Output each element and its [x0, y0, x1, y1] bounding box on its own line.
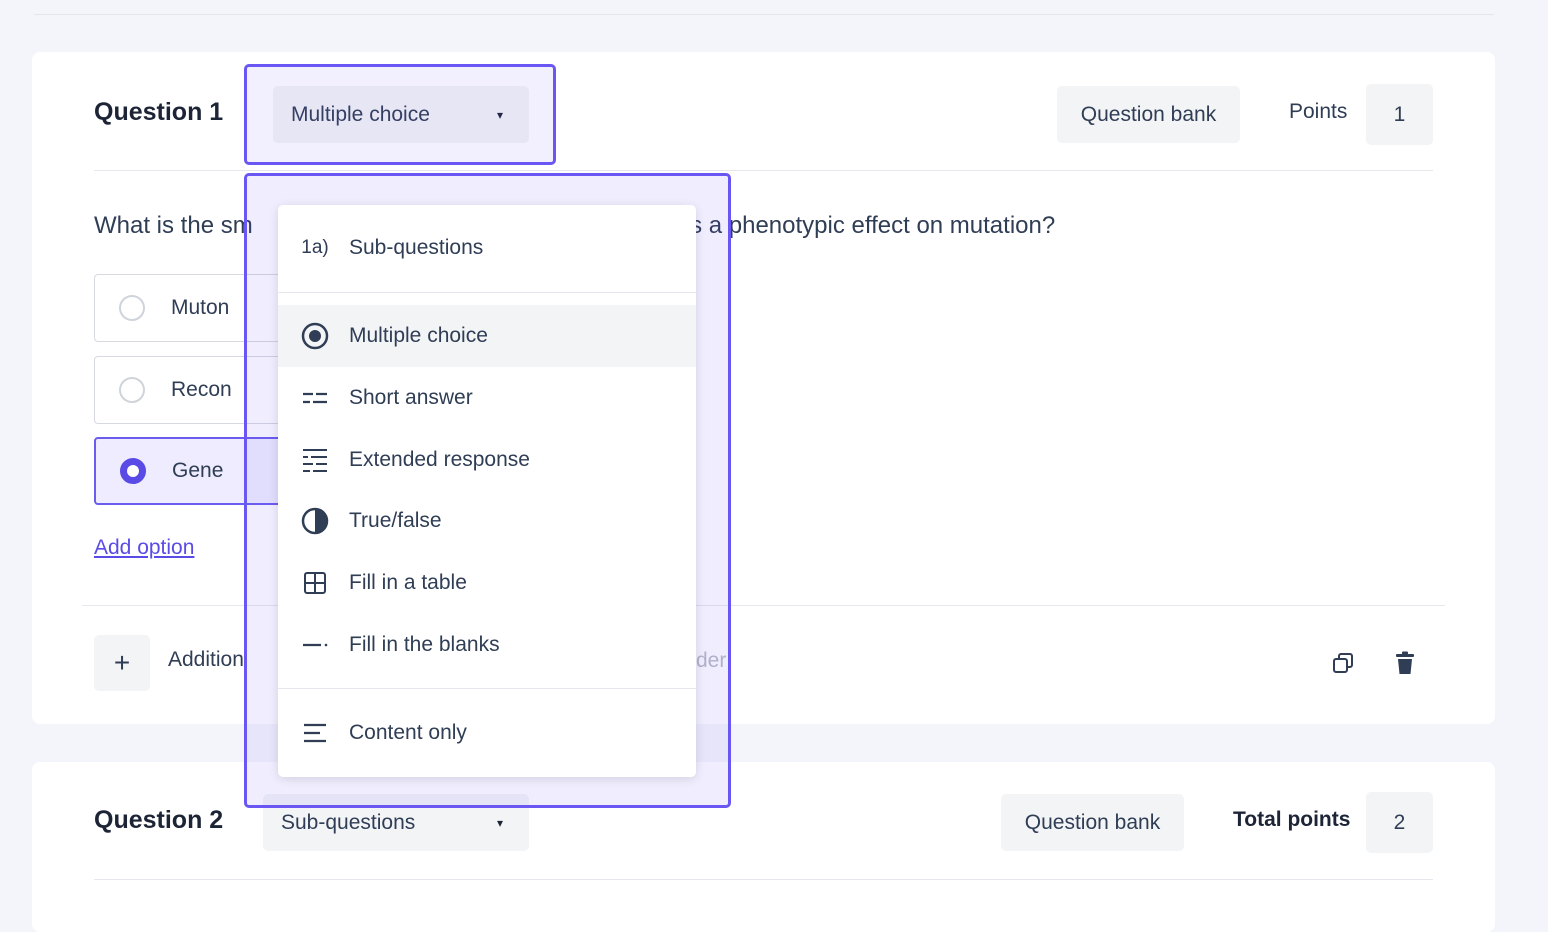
question-type-value: Sub-questions — [281, 810, 416, 834]
menu-item-multiple-choice[interactable]: Multiple choice — [278, 305, 696, 367]
question-bank-button[interactable]: Question bank — [1001, 794, 1184, 851]
table-icon — [300, 568, 330, 598]
menu-divider — [278, 292, 696, 293]
sub-question-icon: 1a) — [301, 237, 329, 258]
menu-item-fill-in-blanks[interactable]: Fill in the blanks — [278, 614, 696, 676]
header-divider — [94, 879, 1433, 880]
question-1-title: Question 1 — [94, 98, 224, 126]
menu-item-content-only[interactable]: Content only — [278, 702, 696, 764]
trash-icon[interactable] — [1390, 648, 1420, 678]
menu-item-label: Fill in a table — [349, 571, 467, 594]
menu-item-true-false[interactable]: True/false — [278, 490, 696, 552]
radio-button[interactable] — [119, 377, 145, 403]
answer-option-label: Recon — [171, 378, 232, 401]
radio-button-selected[interactable] — [120, 458, 146, 484]
add-additional-button[interactable]: + — [94, 635, 150, 691]
duplicate-icon[interactable] — [1328, 648, 1358, 678]
menu-item-label: Sub-questions — [349, 236, 484, 259]
menu-item-label: Short answer — [349, 386, 473, 409]
points-label: Points — [1289, 100, 1348, 123]
menu-item-label: True/false — [349, 509, 442, 532]
menu-item-label: Multiple choice — [349, 324, 488, 347]
question-text-start: What is the sm — [94, 212, 253, 239]
menu-item-label: Content only — [349, 721, 467, 744]
half-circle-icon — [300, 506, 330, 536]
extended-response-icon — [300, 445, 330, 475]
points-input[interactable]: 1 — [1366, 84, 1433, 145]
select-highlight — [244, 64, 556, 165]
add-option-link[interactable]: Add option — [94, 536, 194, 560]
menu-item-extended-response[interactable]: Extended response — [278, 429, 696, 491]
additional-label: Addition — [168, 648, 244, 671]
plus-icon: + — [113, 647, 131, 678]
question-type-menu: 1a) Sub-questions Multiple choice Short … — [278, 205, 696, 777]
answer-option-label: Muton — [171, 296, 230, 319]
blank-line-icon — [300, 630, 330, 660]
total-points-label: Total points — [1233, 808, 1351, 831]
short-answer-icon — [300, 383, 330, 413]
menu-item-label: Extended response — [349, 448, 530, 471]
radio-button[interactable] — [119, 295, 145, 321]
question-2-title: Question 2 — [94, 806, 224, 834]
answer-option-label: Gene — [172, 459, 224, 482]
question-bank-button[interactable]: Question bank — [1057, 86, 1240, 143]
top-divider — [34, 14, 1494, 15]
chevron-down-icon: ▾ — [496, 815, 503, 830]
radio-icon — [300, 321, 330, 351]
total-points-input[interactable]: 2 — [1366, 792, 1433, 853]
menu-divider — [278, 688, 696, 689]
header-divider — [94, 170, 1433, 171]
lines-icon — [300, 718, 330, 748]
menu-item-label: Fill in the blanks — [349, 633, 500, 656]
menu-item-fill-in-table[interactable]: Fill in a table — [278, 552, 696, 614]
menu-item-short-answer[interactable]: Short answer — [278, 367, 696, 429]
menu-item-sub-questions[interactable]: 1a) Sub-questions — [278, 217, 696, 279]
